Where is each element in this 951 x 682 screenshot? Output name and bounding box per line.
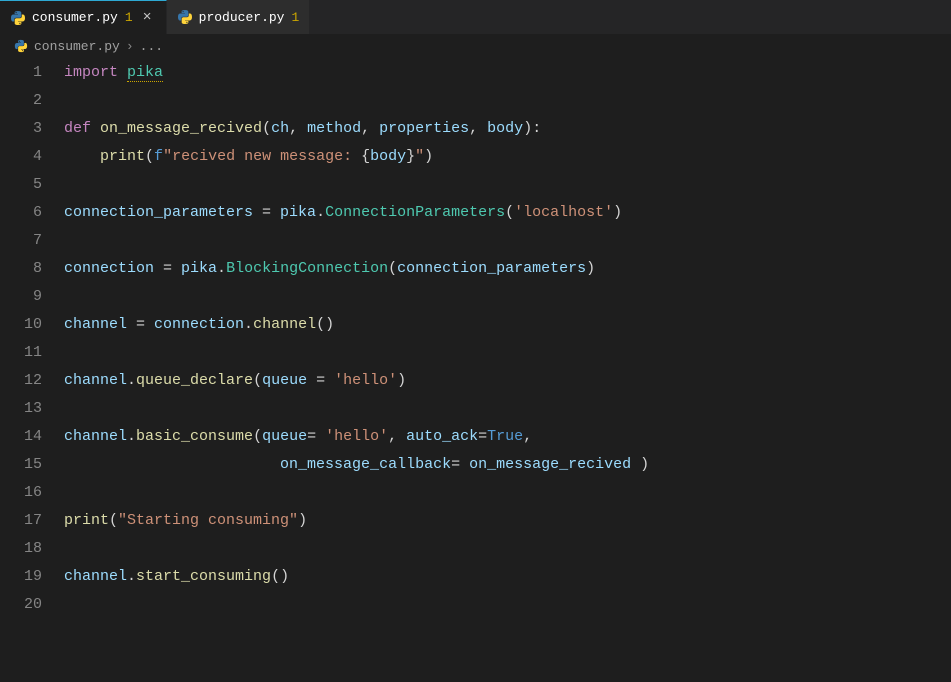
code-area[interactable]: import pika def on_message_recived(ch, me… <box>64 59 951 619</box>
tab-bar: consumer.py 1 × producer.py 1 <box>0 0 951 35</box>
python-icon <box>14 39 28 53</box>
close-icon[interactable]: × <box>139 9 156 26</box>
code-line[interactable] <box>64 535 941 563</box>
tab-filename: consumer.py <box>32 10 118 25</box>
code-line[interactable]: channel = connection.channel() <box>64 311 941 339</box>
line-number: 7 <box>0 227 42 255</box>
code-line[interactable]: channel.queue_declare(queue = 'hello') <box>64 367 941 395</box>
code-line[interactable]: channel.start_consuming() <box>64 563 941 591</box>
line-number: 12 <box>0 367 42 395</box>
code-line[interactable] <box>64 591 941 619</box>
line-number: 18 <box>0 535 42 563</box>
tab-filename: producer.py <box>199 10 285 25</box>
line-number: 4 <box>0 143 42 171</box>
tab-modified-badge: 1 <box>125 10 133 25</box>
line-number: 2 <box>0 87 42 115</box>
code-line[interactable]: print(f"recived new message: {body}") <box>64 143 941 171</box>
line-number: 1 <box>0 59 42 87</box>
line-number: 8 <box>0 255 42 283</box>
line-number: 3 <box>0 115 42 143</box>
code-line[interactable] <box>64 479 941 507</box>
line-number: 10 <box>0 311 42 339</box>
line-number: 19 <box>0 563 42 591</box>
line-number: 20 <box>0 591 42 619</box>
code-line[interactable]: print("Starting consuming") <box>64 507 941 535</box>
line-number: 14 <box>0 423 42 451</box>
line-number: 11 <box>0 339 42 367</box>
line-number-gutter: 1234567891011121314151617181920 <box>0 59 64 619</box>
code-line[interactable] <box>64 395 941 423</box>
code-line[interactable] <box>64 339 941 367</box>
chevron-right-icon: › <box>126 39 134 54</box>
line-number: 16 <box>0 479 42 507</box>
code-line[interactable]: def on_message_recived(ch, method, prope… <box>64 115 941 143</box>
line-number: 9 <box>0 283 42 311</box>
code-line[interactable] <box>64 283 941 311</box>
code-line[interactable]: connection = pika.BlockingConnection(con… <box>64 255 941 283</box>
tab-modified-badge: 1 <box>291 10 299 25</box>
breadcrumb[interactable]: consumer.py › ... <box>0 35 951 57</box>
line-number: 15 <box>0 451 42 479</box>
breadcrumb-rest: ... <box>140 39 163 54</box>
code-line[interactable] <box>64 87 941 115</box>
line-number: 13 <box>0 395 42 423</box>
code-line[interactable]: connection_parameters = pika.ConnectionP… <box>64 199 941 227</box>
python-icon <box>10 10 26 26</box>
line-number: 17 <box>0 507 42 535</box>
tab-producer[interactable]: producer.py 1 <box>167 0 311 34</box>
python-icon <box>177 9 193 25</box>
code-line[interactable]: on_message_callback= on_message_recived … <box>64 451 941 479</box>
line-number: 5 <box>0 171 42 199</box>
breadcrumb-file: consumer.py <box>34 39 120 54</box>
code-editor[interactable]: 1234567891011121314151617181920 import p… <box>0 57 951 619</box>
code-line[interactable] <box>64 227 941 255</box>
scrollbar[interactable] <box>937 35 951 682</box>
line-number: 6 <box>0 199 42 227</box>
code-line[interactable]: channel.basic_consume(queue= 'hello', au… <box>64 423 941 451</box>
code-line[interactable] <box>64 171 941 199</box>
tab-consumer[interactable]: consumer.py 1 × <box>0 0 167 34</box>
code-line[interactable]: import pika <box>64 59 941 87</box>
